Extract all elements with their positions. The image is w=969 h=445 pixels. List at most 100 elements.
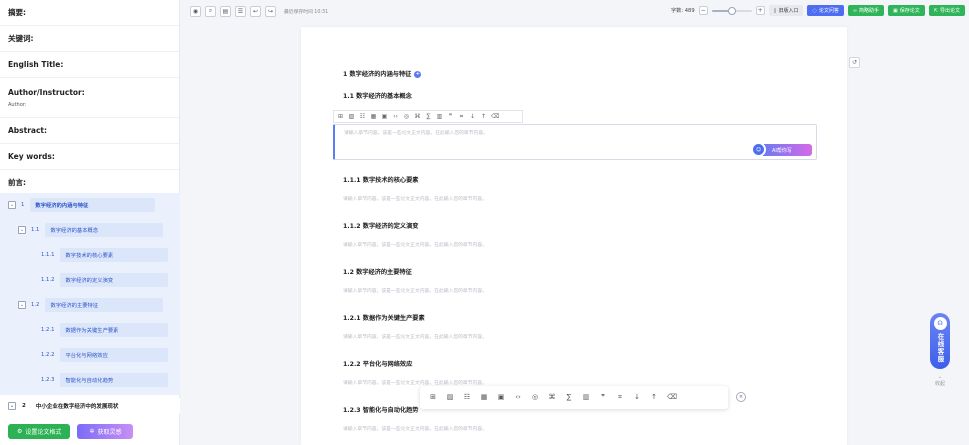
list-icon[interactable]: ☷ xyxy=(359,113,366,120)
gear-icon: ⚙ xyxy=(17,428,23,435)
arrow-up-icon[interactable]: ↑ xyxy=(480,113,487,120)
chevron-down-icon[interactable]: ⌄ xyxy=(8,402,16,410)
outline-item-1-2-2[interactable]: 1.2.2 平台化与网络效应 xyxy=(41,346,169,364)
location-icon[interactable]: ◎ xyxy=(531,394,539,401)
floating-insert-toolbar: ⊞ ▨ ☷ ▦ ▣ ‹› ◎ ⌘ ∑ ▥ ❞ ⌗ ↓ ↑ ⌫ xyxy=(420,386,728,409)
outline-item-1-2-3[interactable]: 1.2.3 智能化与自动化趋势 xyxy=(41,371,169,389)
heading-1-1[interactable]: 1.1 数字经济的基本概念 xyxy=(343,91,412,100)
section-placeholder[interactable]: 请输入章节内容。该是一些论文正文内容。在此输入您的章节内容。 xyxy=(343,333,487,340)
chart-icon[interactable]: ▥ xyxy=(582,394,590,401)
export-paper-button[interactable]: ⇱ 导出论文 xyxy=(928,5,965,16)
image-icon[interactable]: ▨ xyxy=(446,394,454,401)
undo-icon[interactable]: ↩ xyxy=(250,5,261,17)
meta-author[interactable]: Author/Instructor: Author: xyxy=(0,78,179,118)
robot-icon: ☺ xyxy=(751,142,766,157)
video-icon[interactable]: ▣ xyxy=(497,394,505,401)
eye-icon[interactable]: ◉ xyxy=(190,5,201,17)
history-icon[interactable]: ↺ xyxy=(849,57,860,68)
search-icon[interactable]: ⌕ xyxy=(205,5,216,17)
meta-keywords-en[interactable]: Key words: xyxy=(0,144,179,170)
outline-item-1-2[interactable]: ⌄ 1.2 数字经济的主要特征 xyxy=(18,296,164,314)
formula-icon[interactable]: ∑ xyxy=(425,113,432,120)
insert-icon[interactable]: ⊞ xyxy=(429,394,437,401)
merge-icon[interactable]: ⌗ xyxy=(458,113,465,120)
paper-qa-button[interactable]: ◌ 论文问答 xyxy=(807,5,844,16)
chevron-down-icon[interactable]: ⌄ xyxy=(18,301,26,309)
heading-1[interactable]: 1 数字经济的内涵与特征 + xyxy=(343,69,422,78)
flowchart-icon[interactable]: ⌘ xyxy=(414,113,421,120)
export-icon: ⇱ xyxy=(933,7,938,14)
insert-icon[interactable]: ⊞ xyxy=(337,113,344,120)
editor-app: 摘要: 关键词: English Title: Author/Instructo… xyxy=(0,0,969,445)
table-icon[interactable]: ▦ xyxy=(370,113,377,120)
heading-1-1-2[interactable]: 1.1.2 数字经济的定义演变 xyxy=(343,221,418,230)
formula-icon[interactable]: ∑ xyxy=(565,394,573,401)
redo-icon[interactable]: ↪ xyxy=(265,5,276,17)
sidebar: 摘要: 关键词: English Title: Author/Instructo… xyxy=(0,0,180,445)
outline-item-1-2-1[interactable]: 1.2.1 数据作为关键生产要素 xyxy=(41,321,169,339)
section-editor[interactable]: 请输入章节内容。该是一些论文正文内容。在此输入您的章节内容。 ☺ AI帮你写 xyxy=(333,124,817,160)
meta-abstract-cn[interactable]: 摘要: xyxy=(0,0,179,26)
arrow-down-icon[interactable]: ↓ xyxy=(469,113,476,120)
zoom-in-button[interactable]: + xyxy=(755,6,765,15)
video-icon[interactable]: ▣ xyxy=(381,113,388,120)
section-placeholder[interactable]: 请输入章节内容。该是一些论文正文内容。在此输入您的章节内容。 xyxy=(343,287,487,294)
heading-1-2[interactable]: 1.2 数字经济的主要特征 xyxy=(343,267,412,276)
flowchart-icon[interactable]: ⌘ xyxy=(548,394,556,401)
save-paper-button[interactable]: ▣ 保存论文 xyxy=(888,5,925,16)
plus-icon[interactable]: + xyxy=(414,70,422,78)
image-icon[interactable]: ▨ xyxy=(348,113,355,120)
quote-icon[interactable]: ❞ xyxy=(599,394,607,401)
list-icon[interactable]: ☷ xyxy=(463,394,471,401)
zoom-slider-knob[interactable] xyxy=(727,6,736,15)
section-placeholder[interactable]: 请输入章节内容。该是一些论文正文内容。在此输入您的章节内容。 xyxy=(343,379,487,386)
code-icon[interactable]: ‹› xyxy=(514,394,522,401)
outline-item-1[interactable]: ⌄ 1 数字经济的内涵与特征 xyxy=(8,196,156,214)
location-icon[interactable]: ◎ xyxy=(403,113,410,120)
top-toolbar: ◉ ⌕ ▤ ☰ ↩ ↪ 最近保存时间 10:31 字数: 489 − + ▯ 旧… xyxy=(190,0,969,22)
link-icon: ∞ xyxy=(852,7,858,14)
outline-item-1-1-1[interactable]: 1.1.1 数字技术的核心要素 xyxy=(41,246,169,264)
editor-placeholder: 请输入章节内容。该是一些论文正文内容。在此输入您的章节内容。 xyxy=(344,131,488,136)
heading-1-1-1[interactable]: 1.1.1 数字技术的核心要素 xyxy=(343,175,418,184)
quote-icon[interactable]: ❞ xyxy=(447,113,454,120)
arrow-up-icon[interactable]: ↑ xyxy=(650,394,658,401)
collapse-support-button[interactable]: ⌄ 收起 xyxy=(929,374,951,387)
section-placeholder[interactable]: 请输入章节内容。该是一些论文正文内容。在此输入您的章节内容。 xyxy=(343,425,487,432)
heading-1-2-2[interactable]: 1.2.2 平台化与网络效应 xyxy=(343,359,412,368)
section-placeholder[interactable]: 请输入章节内容。该是一些论文正文内容。在此输入您的章节内容。 xyxy=(343,241,487,248)
sidebar-actions: ⚙ 设置论文格式 ✲ 获取灵感 xyxy=(0,418,180,445)
online-support-button[interactable]: ☊ 在线客服 xyxy=(930,313,950,369)
section-placeholder[interactable]: 请输入章节内容。该是一些论文正文内容。在此输入您的章节内容。 xyxy=(343,195,487,202)
table-icon[interactable]: ▦ xyxy=(480,394,488,401)
word-count: 字数: 489 xyxy=(670,8,695,14)
format-settings-button[interactable]: ⚙ 设置论文格式 xyxy=(8,424,71,439)
trash-icon[interactable]: ⌫ xyxy=(667,394,677,401)
save-icon[interactable]: ▤ xyxy=(220,5,231,17)
chart-icon[interactable]: ▥ xyxy=(436,113,443,120)
old-version-button[interactable]: ▯ 旧版入口 xyxy=(768,5,804,16)
outline-helper-button[interactable]: ∞ 简略助手 xyxy=(847,5,885,16)
trash-icon[interactable]: ⌫ xyxy=(491,113,499,120)
zoom-out-button[interactable]: − xyxy=(698,6,708,15)
meta-keywords-cn[interactable]: 关键词: xyxy=(0,26,179,52)
ai-write-button[interactable]: ☺ AI帮你写 xyxy=(751,142,812,157)
meta-abstract-en[interactable]: Abstract: xyxy=(0,118,179,144)
chevron-down-icon[interactable]: ⌄ xyxy=(18,226,26,234)
get-inspiration-button[interactable]: ✲ 获取灵感 xyxy=(77,424,134,439)
code-icon[interactable]: ‹› xyxy=(392,113,399,120)
merge-icon[interactable]: ⌗ xyxy=(616,394,624,401)
close-icon[interactable]: × xyxy=(736,392,746,402)
arrow-down-icon[interactable]: ↓ xyxy=(633,394,641,401)
heading-1-2-1[interactable]: 1.2.1 数据作为关键生产要素 xyxy=(343,313,425,322)
zoom-slider[interactable] xyxy=(711,6,752,15)
outline-item-1-1[interactable]: ⌄ 1.1 数字经济的基本概念 xyxy=(18,221,164,239)
outline-icon[interactable]: ☰ xyxy=(235,5,246,17)
meta-english-title[interactable]: English Title: xyxy=(0,52,179,78)
outline-item-1-1-2[interactable]: 1.1.2 数字经济的定义演变 xyxy=(41,271,169,289)
outline-item-2[interactable]: ⌄ 2 中小企业在数字经济中的发展现状 xyxy=(0,398,180,414)
toolbar-right: 字数: 489 − + ▯ 旧版入口 ◌ 论文问答 ∞ 简略助手 ▣ 保存论文 … xyxy=(671,5,965,16)
heading-1-2-3[interactable]: 1.2.3 智能化与自动化趋势 xyxy=(343,405,418,414)
sparkle-icon: ✲ xyxy=(89,428,95,435)
chevron-down-icon[interactable]: ⌄ xyxy=(8,201,16,209)
